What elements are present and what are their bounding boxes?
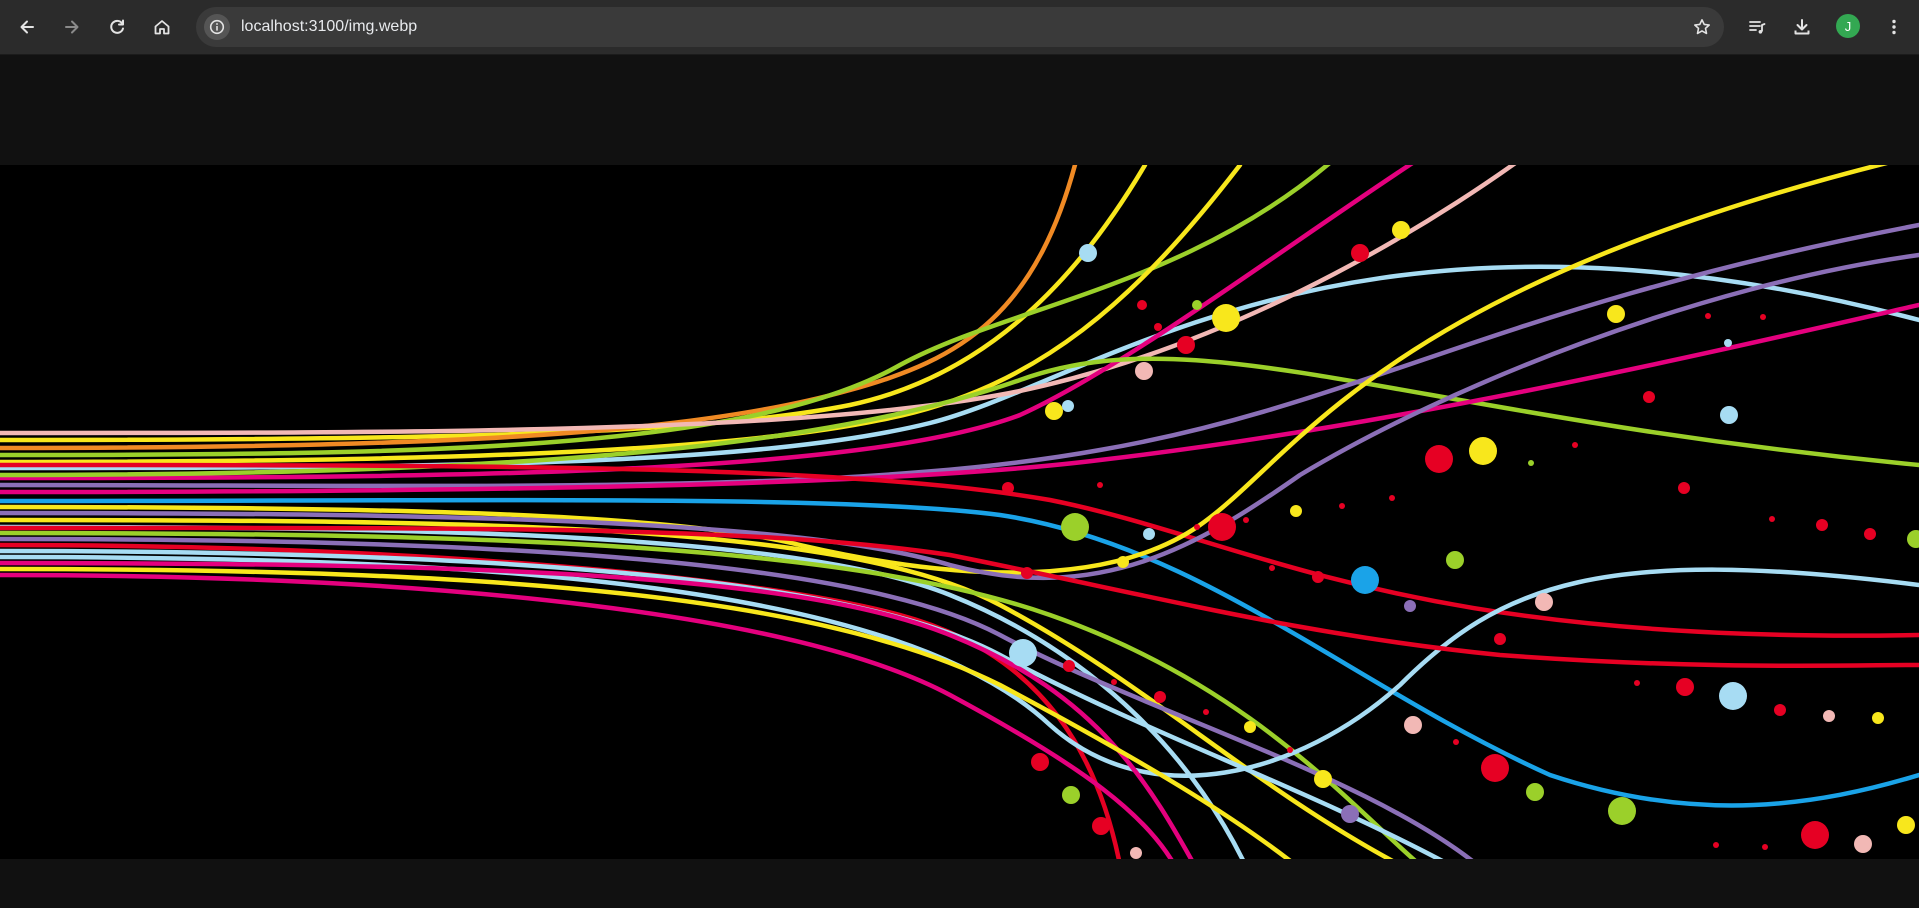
home-icon [154, 20, 170, 35]
url-text[interactable]: localhost:3100/img.webp [241, 18, 417, 36]
browser-menu-button[interactable] [1877, 10, 1911, 44]
bookmark-button[interactable] [1686, 11, 1718, 43]
download-icon [1794, 19, 1810, 35]
media-control-icon [1749, 21, 1766, 34]
star-icon [1694, 19, 1710, 35]
site-info-button[interactable] [204, 14, 230, 40]
profile-avatar[interactable]: J [1836, 14, 1860, 38]
displayed-image[interactable] [0, 165, 1919, 859]
arrow-left-icon [20, 20, 34, 34]
media-controls-button[interactable] [1740, 10, 1774, 44]
flowing-lines-artwork [0, 165, 1919, 859]
downloads-button[interactable] [1785, 10, 1819, 44]
browser-toolbar: localhost:3100/img.webp J [0, 0, 1919, 55]
back-button[interactable] [10, 10, 44, 44]
reload-button[interactable] [100, 10, 134, 44]
reload-icon [110, 19, 124, 34]
info-icon [209, 19, 225, 35]
kebab-menu-icon [1892, 19, 1896, 35]
page-viewport [0, 55, 1919, 908]
forward-button[interactable] [55, 10, 89, 44]
home-button[interactable] [145, 10, 179, 44]
address-bar[interactable]: localhost:3100/img.webp [196, 7, 1724, 47]
arrow-right-icon [65, 20, 79, 34]
